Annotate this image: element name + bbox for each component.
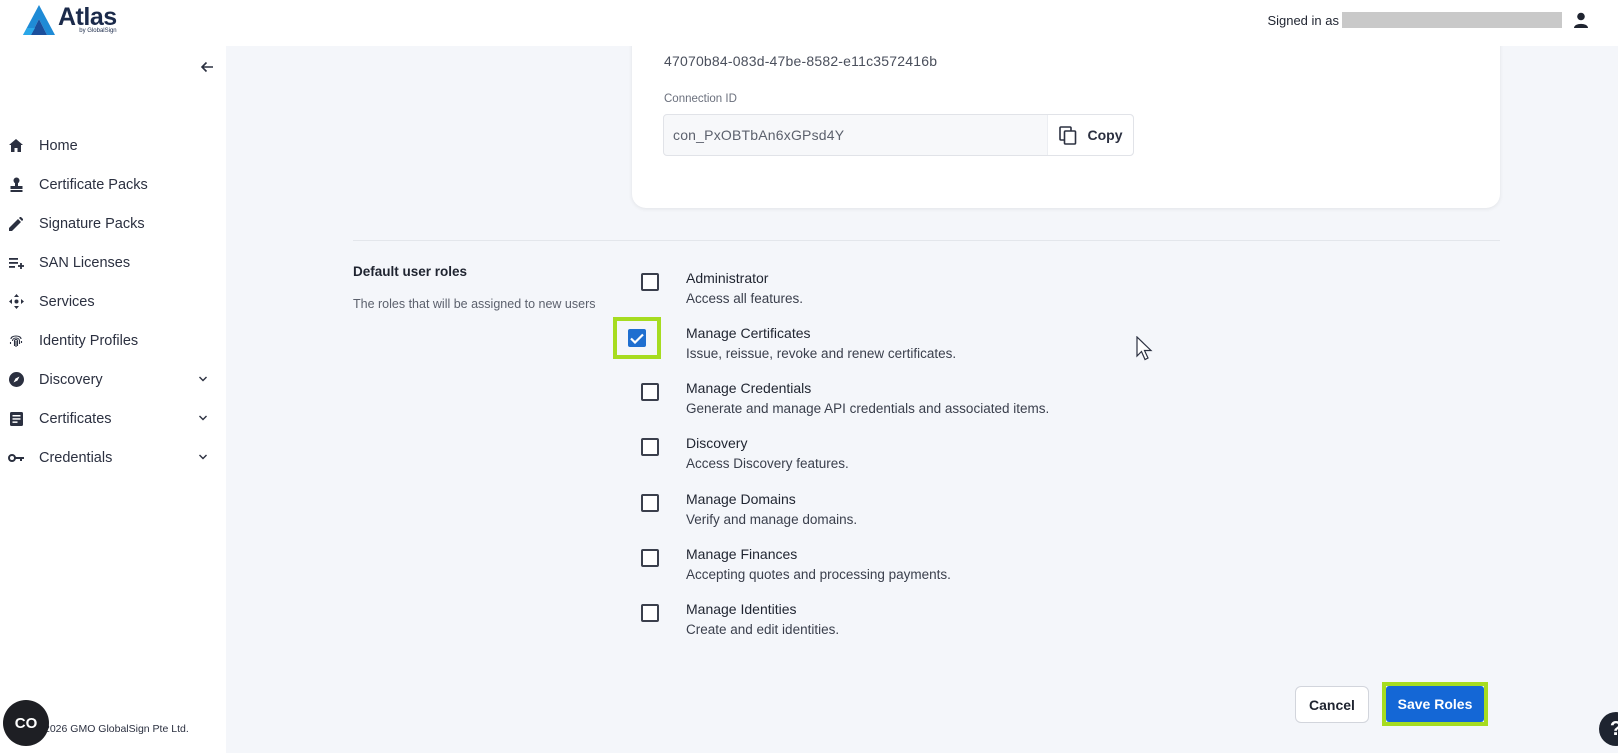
home-icon: [8, 138, 24, 154]
check-icon: [630, 333, 644, 344]
signed-in-label: Signed in as: [1267, 12, 1339, 28]
role-checkbox[interactable]: [641, 604, 659, 622]
role-checkbox[interactable]: [628, 329, 646, 347]
sidebar-item-discovery[interactable]: Discovery: [0, 360, 226, 399]
checkbox-highlight: [613, 317, 661, 359]
sidebar-item-label: Services: [39, 293, 95, 310]
sidebar-item-home[interactable]: Home: [0, 126, 226, 165]
tenant-id-value: 47070b84-083d-47be-8582-e11c3572416b: [664, 53, 938, 69]
chevron-down-icon: [199, 415, 207, 421]
sidebar-item-certificates[interactable]: Certificates: [0, 399, 226, 438]
role-name: Manage Domains: [686, 491, 796, 507]
connection-id-label: Connection ID: [664, 93, 737, 105]
sidebar: Home Certificate Packs Signature Packs S…: [0, 46, 226, 753]
role-name: Manage Certificates: [686, 325, 811, 341]
stamp-icon: [8, 177, 24, 193]
role-checkbox[interactable]: [641, 273, 659, 291]
help-button[interactable]: ?: [1599, 712, 1618, 746]
role-description: Access all features.: [686, 291, 804, 306]
sidebar-item-label: Certificate Packs: [39, 176, 148, 193]
compass-icon: [8, 372, 24, 388]
role-administrator: Administrator Access all features.: [626, 260, 1226, 310]
copy-button-label: Copy: [1087, 127, 1123, 143]
sidebar-item-label: Discovery: [39, 371, 103, 388]
default-roles-description: The roles that will be assigned to new u…: [353, 297, 596, 311]
connection-id-input[interactable]: [664, 127, 1047, 143]
role-description: Access Discovery features.: [686, 456, 849, 471]
playlist-add-icon: [8, 255, 24, 271]
top-bar: Atlas by GlobalSign Signed in as: [0, 0, 1618, 46]
atlas-logo[interactable]: Atlas by GlobalSign: [22, 4, 117, 36]
checkbox-wrapper: [626, 370, 674, 414]
cancel-button[interactable]: Cancel: [1295, 686, 1369, 723]
sidebar-item-signature-packs[interactable]: Signature Packs: [0, 204, 226, 243]
sidebar-item-identity-profiles[interactable]: Identity Profiles: [0, 321, 226, 360]
sidebar-item-label: Signature Packs: [39, 215, 145, 232]
role-description: Accepting quotes and processing payments…: [686, 567, 951, 582]
sidebar-nav: Home Certificate Packs Signature Packs S…: [0, 126, 226, 477]
role-manage-identities: Manage Identities Create and edit identi…: [626, 591, 1226, 641]
role-manage-credentials: Manage Credentials Generate and manage A…: [626, 370, 1226, 420]
atlas-logo-icon: [23, 5, 55, 35]
copyright-footer: 2026 GMO GlobalSign Pte Ltd.: [44, 723, 189, 735]
checkbox-wrapper: [626, 481, 674, 525]
mouse-cursor-icon: [1136, 336, 1153, 361]
role-checkbox[interactable]: [641, 438, 659, 456]
logo-title: Atlas: [58, 3, 117, 31]
role-checkbox[interactable]: [641, 383, 659, 401]
role-description: Create and edit identities.: [686, 622, 840, 637]
role-name: Manage Credentials: [686, 380, 812, 396]
sidebar-item-certificate-packs[interactable]: Certificate Packs: [0, 165, 226, 204]
role-description: Issue, reissue, revoke and renew certifi…: [686, 346, 957, 361]
connection-id-field: Copy: [663, 114, 1134, 156]
checkbox-wrapper: [626, 425, 674, 469]
signed-in-info: Signed in as: [1267, 12, 1588, 28]
sidebar-item-san-licenses[interactable]: SAN Licenses: [0, 243, 226, 282]
role-name: Administrator: [686, 270, 769, 286]
sidebar-item-label: SAN Licenses: [39, 254, 131, 271]
main-content: 47070b84-083d-47be-8582-e11c3572416b Con…: [226, 36, 1618, 753]
copy-button[interactable]: Copy: [1047, 115, 1133, 155]
sidebar-item-label: Identity Profiles: [39, 332, 139, 349]
role-checkbox[interactable]: [641, 549, 659, 567]
sidebar-item-label: Home: [39, 137, 78, 154]
redacted-username: [1342, 12, 1562, 28]
chevron-down-icon: [199, 454, 207, 460]
save-roles-button[interactable]: Save Roles: [1386, 686, 1484, 722]
copy-icon: [1058, 125, 1076, 145]
sidebar-item-label: Certificates: [39, 410, 112, 427]
role-description: Generate and manage API credentials and …: [686, 401, 1050, 416]
move-icon: [8, 294, 24, 310]
sidebar-item-services[interactable]: Services: [0, 282, 226, 321]
document-icon: [8, 411, 24, 427]
sidebar-item-credentials[interactable]: Credentials: [0, 438, 226, 477]
role-discovery: Discovery Access Discovery features.: [626, 425, 1226, 475]
user-icon[interactable]: [1574, 12, 1588, 28]
chevron-down-icon: [199, 376, 207, 382]
pen-icon: [8, 216, 24, 232]
sidebar-item-label: Credentials: [39, 449, 113, 466]
connection-card: 47070b84-083d-47be-8582-e11c3572416b Con…: [632, 36, 1500, 208]
role-name: Manage Finances: [686, 546, 798, 562]
section-divider: [353, 240, 1500, 241]
role-name: Discovery: [686, 435, 748, 451]
role-name: Manage Identities: [686, 601, 797, 617]
role-checkbox[interactable]: [641, 494, 659, 512]
fingerprint-icon: [8, 333, 24, 349]
key-icon: [8, 450, 24, 466]
co-badge-button[interactable]: CO: [3, 700, 49, 746]
checkbox-wrapper: [626, 260, 674, 304]
default-roles-title: Default user roles: [353, 264, 468, 279]
checkbox-wrapper: [626, 536, 674, 580]
role-manage-domains: Manage Domains Verify and manage domains…: [626, 481, 1226, 531]
role-description: Verify and manage domains.: [686, 512, 858, 527]
checkbox-wrapper: [626, 591, 674, 635]
collapse-sidebar-arrow-icon[interactable]: [198, 58, 216, 76]
role-manage-finances: Manage Finances Accepting quotes and pro…: [626, 536, 1226, 586]
